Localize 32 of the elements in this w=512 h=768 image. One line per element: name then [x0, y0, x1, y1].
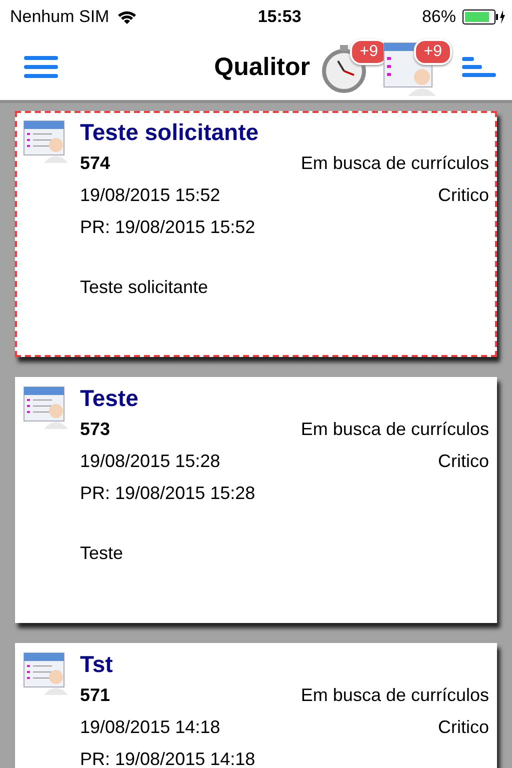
- ticket-date: 19/08/2015 15:28: [80, 450, 220, 473]
- wifi-icon: [117, 9, 138, 25]
- ticket-title: Tst: [80, 650, 114, 679]
- ticket-status: Em busca de currículos: [300, 152, 489, 175]
- sort-icon[interactable]: [462, 55, 496, 79]
- ticket-pr-date: PR: 19/08/2015 15:52: [80, 216, 256, 239]
- menu-icon[interactable]: [24, 55, 58, 79]
- count-badge: +9: [414, 39, 452, 65]
- ticket-priority: Critico: [438, 450, 489, 473]
- ticket-date: 19/08/2015 14:18: [80, 716, 220, 739]
- clock: 15:53: [258, 7, 302, 27]
- ticket-title: Teste: [80, 384, 140, 413]
- battery-icon: [462, 9, 506, 25]
- ticket-card[interactable]: Teste 573 Em busca de currículos 19/08/2015 15:28 Critico PR: 19/08/2015 15:28 Teste: [15, 377, 497, 623]
- app-title: Qualitor: [214, 52, 310, 82]
- ticket-status: Em busca de currículos: [300, 418, 489, 441]
- ticket-status: Em busca de currículos: [300, 684, 489, 707]
- ticket-description: Teste: [80, 543, 124, 564]
- battery-percent: 86%: [422, 7, 456, 27]
- ticket-description: Teste solicitante: [80, 277, 210, 298]
- ticket-number: 573: [80, 418, 110, 441]
- ticket-date: 19/08/2015 15:52: [80, 184, 220, 207]
- ticket-priority: Critico: [438, 716, 489, 739]
- ticket-number: 571: [80, 684, 110, 707]
- ticket-pr-date: PR: 19/08/2015 15:28: [80, 482, 256, 505]
- ticket-card[interactable]: Tst 571 Em busca de currículos 19/08/2015 14:18 Critico PR: 19/08/2015 14:18: [15, 643, 497, 768]
- carrier-label: Nenhum SIM: [10, 7, 110, 27]
- ticket-title: Teste solicitante: [80, 118, 260, 147]
- ticket-number: 574: [80, 152, 110, 175]
- ticket-priority: Critico: [438, 184, 489, 207]
- ticket-card[interactable]: Teste solicitante 574 Em busca de currículos 19/08/2015 15:52 Critico PR: 19/08/2015 15:52 Teste solicitante: [15, 111, 497, 357]
- ticket-pr-date: PR: 19/08/2015 14:18: [80, 748, 256, 768]
